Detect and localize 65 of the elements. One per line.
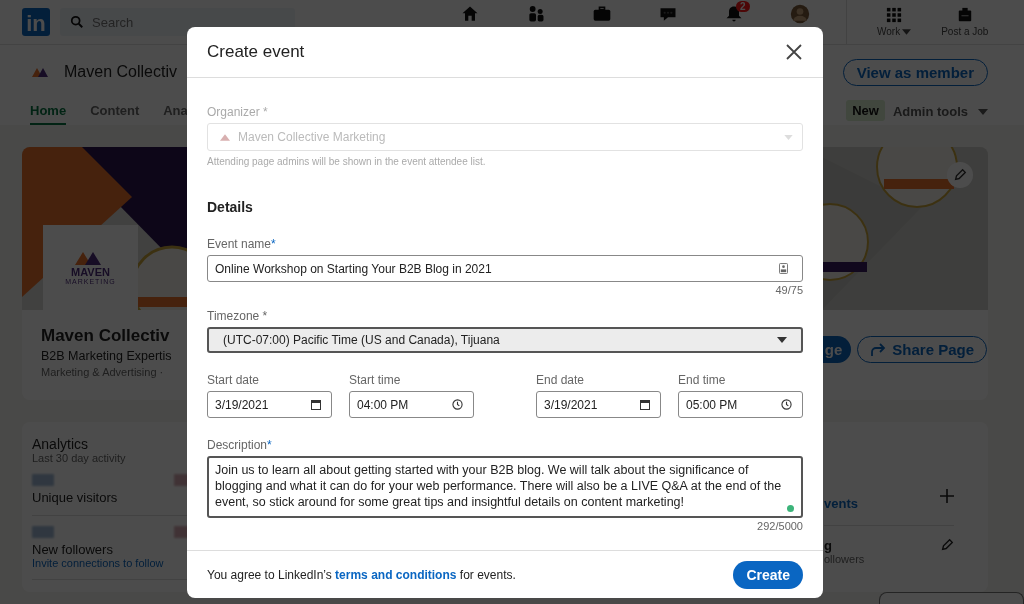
pencil-icon[interactable] (940, 538, 954, 552)
grid-icon (886, 7, 903, 23)
calendar-icon (640, 399, 650, 410)
blurred-number (32, 526, 54, 538)
work-menu[interactable]: Work (877, 7, 912, 37)
plus-icon[interactable] (940, 488, 954, 503)
share-arrow-icon (870, 342, 887, 357)
avatar-icon[interactable] (790, 4, 810, 24)
section-heading: Details (207, 199, 253, 215)
clock-icon (452, 399, 463, 410)
terms-text: You agree to LinkedIn’s terms and conditions for events. (207, 567, 516, 582)
caret-icon (978, 108, 988, 115)
date-field[interactable]: 3/19/2021 (207, 391, 332, 418)
company-name: Maven Collectiv (64, 63, 177, 82)
character-counter: 49/75 (775, 284, 803, 296)
time-field[interactable]: 04:00 PM (349, 391, 474, 418)
tagline: B2B Marketing Expertis (41, 349, 172, 363)
caret-icon (902, 28, 912, 35)
field-label: Organizer * (207, 105, 268, 119)
briefcase-icon[interactable] (592, 4, 612, 24)
time-field[interactable]: 05:00 PM (678, 391, 803, 418)
field-label: Start date (207, 373, 261, 387)
company-logo-icon (30, 66, 50, 79)
date-field[interactable]: 3/19/2021 (536, 391, 661, 418)
field-label: End date (536, 373, 586, 387)
bell-icon[interactable] (724, 4, 744, 24)
event-name-field[interactable]: Online Workshop on Starting Your B2B Blog in 2021 (207, 255, 803, 282)
clipboard-icon (956, 7, 973, 23)
contact-card-icon (779, 263, 788, 274)
hint-text: Attending page admins will be shown in the event attendee list. (207, 156, 486, 167)
field-label: End time (678, 373, 727, 387)
home-icon[interactable] (460, 4, 480, 24)
field-label: Event name* (207, 237, 276, 251)
page-button[interactable]: ge (822, 336, 852, 363)
calendar-icon (311, 399, 321, 410)
clock-icon (781, 399, 792, 410)
field-label: Start time (349, 373, 402, 387)
page-tab[interactable]: Home (30, 103, 67, 125)
people-icon[interactable] (526, 4, 546, 24)
character-counter: 292/5000 (757, 520, 803, 532)
events-link[interactable]: vents (824, 496, 858, 511)
linkedin-logo[interactable]: in (22, 8, 50, 36)
search-icon (70, 15, 84, 29)
company-name: Maven Collectiv (41, 326, 170, 346)
new-badge: New (846, 100, 885, 121)
notification-badge: 2 (736, 1, 750, 12)
caret-icon (784, 134, 793, 140)
pencil-icon (953, 168, 967, 182)
logo-icon (220, 133, 230, 141)
blurred-number (32, 474, 54, 486)
create-button[interactable]: Create (733, 560, 803, 589)
caret-icon (777, 337, 787, 343)
dialog-title: Create event (207, 42, 305, 62)
metric-label: New followers (32, 542, 114, 557)
timezone-select[interactable]: (UTC-07:00) Pacific Time (US and Canada), Tijuana (207, 327, 803, 353)
description-field[interactable]: Join us to learn all about getting started with your B2B blog. We will talk about the significance of blogging and what it can do for your web performance. There will also be a LIVE Q&A at the end of the event, so stick around for some great tips and insightful details on content marketing! (207, 456, 803, 518)
close-button[interactable] (784, 42, 804, 62)
status-dot-icon (787, 505, 794, 512)
metric-label: Unique visitors (32, 490, 119, 505)
field-label: Description* (207, 438, 272, 452)
messaging-bar[interactable] (879, 592, 1024, 604)
field-label: Timezone * (207, 309, 268, 323)
analytics-title: Analytics (32, 436, 90, 452)
card-title: g (824, 538, 833, 553)
terms-link[interactable]: terms and conditions (335, 567, 457, 582)
